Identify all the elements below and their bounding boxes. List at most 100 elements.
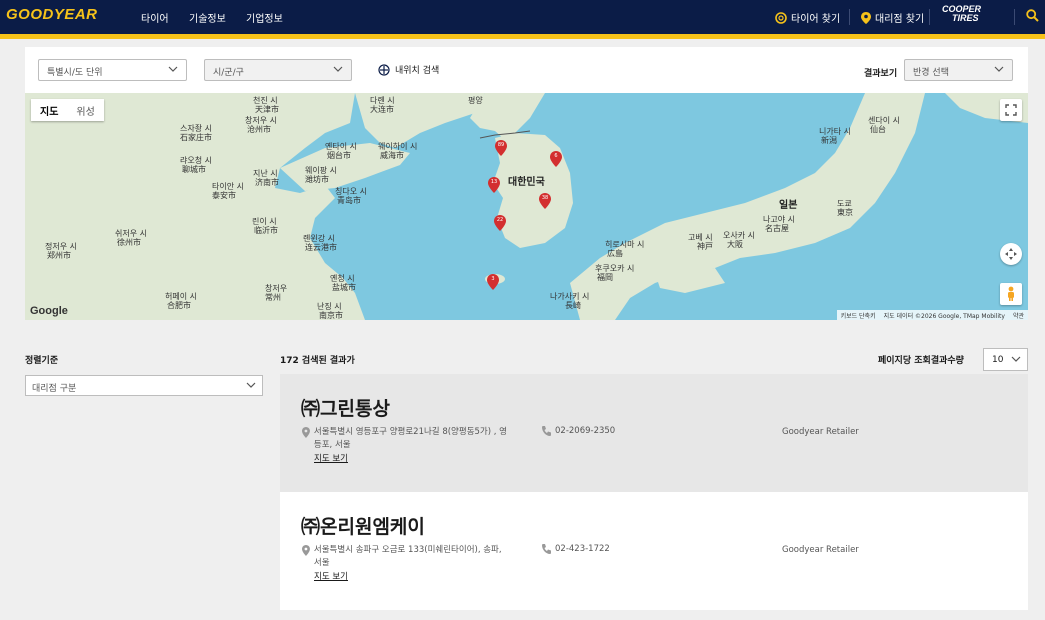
city-select-value: 시/군/구 [213, 68, 244, 78]
dealer-phone-text: 02-423-1722 [555, 544, 610, 554]
find-tire-link[interactable]: 타이어 찾기 [775, 10, 840, 25]
dealer-name: ㈜온리원엠케이 [301, 516, 425, 538]
province-select-value: 특별시/도 단위 [47, 68, 103, 78]
dealer-type-select[interactable]: 대리점 구분 [25, 375, 263, 396]
camera-control-button[interactable] [1000, 243, 1022, 265]
location-pin-icon [302, 545, 310, 556]
province-select[interactable]: 특별시/도 단위 [38, 59, 187, 81]
nav-company-info[interactable]: 기업정보 [246, 10, 283, 25]
map-label: 南京市 [319, 311, 343, 320]
map-label: 大连市 [370, 105, 394, 114]
dealer-address-text: 서울특별시 영등포구 양평로21나길 8(양평동5가) , 영등포, 서울 [313, 427, 507, 450]
map-label: 聊城市 [182, 165, 206, 174]
fullscreen-button[interactable] [1000, 99, 1022, 121]
nav-tech-info[interactable]: 기술정보 [189, 10, 226, 25]
pin-count: 13 [490, 179, 498, 185]
dealer-type-select-value: 대리점 구분 [32, 384, 77, 394]
map-label: 烟台市 [327, 151, 351, 160]
top-navigation-bar: GOODYEAR 타이어 기술정보 기업정보 타이어 찾기 대리점 찾기 COO… [0, 0, 1045, 34]
map-label: 広島 [607, 249, 623, 258]
dealer-address-text: 서울특별시 송파구 오금로 133(미쉐린타이어), 송파, 서울 [313, 545, 502, 568]
per-page-value: 10 [992, 355, 1004, 365]
my-location-label: 내위치 검색 [395, 66, 440, 76]
dealer-type: Goodyear Retailer [782, 545, 859, 555]
street-view-button[interactable] [1000, 283, 1022, 305]
map-label: 福岡 [597, 273, 613, 282]
map-tab[interactable]: 지도 [31, 99, 67, 121]
country-label-korea: 대한민국 [508, 177, 545, 188]
fullscreen-icon [1005, 104, 1017, 116]
goodyear-logo[interactable]: GOODYEAR [6, 6, 98, 23]
radius-select[interactable]: 반경 선택 [904, 59, 1013, 81]
map-label: 大阪 [727, 240, 743, 249]
radius-select-value: 반경 선택 [913, 68, 949, 78]
map-label: 盐城市 [332, 283, 356, 292]
location-pin-icon [302, 427, 310, 438]
pin-count: 3 [491, 276, 495, 282]
satellite-tab[interactable]: 위성 [67, 99, 103, 121]
dealer-phone[interactable]: 02-2069-2350 [542, 426, 615, 436]
map-label: 济南市 [255, 178, 279, 187]
dealer-phone-text: 02-2069-2350 [555, 426, 616, 436]
dealer-cluster-pin[interactable]: 6 [550, 151, 562, 170]
header-divider [849, 9, 850, 25]
dealer-cluster-pin[interactable]: 13 [488, 177, 500, 196]
map-label: 石家庄市 [180, 133, 212, 142]
pin-count: 38 [541, 195, 549, 201]
map-label: 東京 [837, 208, 853, 217]
dealer-cluster-pin[interactable]: 3 [487, 274, 499, 293]
view-map-link[interactable]: 지도 보기 [314, 570, 348, 582]
dealer-address: 서울특별시 송파구 오금로 133(미쉐린타이어), 송파, 서울 [302, 544, 512, 570]
sort-title: 정렬기준 [25, 356, 59, 366]
map-label: 沧州市 [247, 125, 271, 134]
chevron-down-icon [333, 66, 343, 72]
results-count: 172 검색된 결과가 [280, 356, 355, 366]
dealer-type: Goodyear Retailer [782, 427, 859, 437]
crosshair-icon [378, 63, 390, 76]
move-arrows-icon [1005, 248, 1017, 260]
country-label-japan: 일본 [779, 200, 798, 211]
map-label: 连云港市 [305, 243, 337, 252]
results-view-label: 결과보기 [864, 69, 898, 79]
chevron-down-icon [246, 382, 256, 388]
find-tire-label: 타이어 찾기 [791, 14, 841, 25]
header-divider [1014, 9, 1015, 25]
chevron-down-icon [994, 66, 1004, 72]
view-map-link[interactable]: 지도 보기 [314, 452, 348, 464]
header-divider [929, 9, 930, 25]
map-label: 郑州市 [47, 251, 71, 260]
search-icon[interactable] [1026, 9, 1039, 22]
map-label: 泰安市 [212, 191, 236, 200]
tire-icon [775, 11, 787, 24]
nav-tires[interactable]: 타이어 [141, 10, 169, 25]
dealer-card: ㈜온리원엠케이 서울특별시 송파구 오금로 133(미쉐린타이어), 송파, 서… [280, 492, 1028, 610]
keyboard-shortcuts-link[interactable]: 키보드 단축키 [841, 311, 876, 320]
map-label: 潍坊市 [305, 175, 329, 184]
dealer-phone[interactable]: 02-423-1722 [542, 544, 610, 554]
cooper-tires-logo[interactable]: COOPER TIRES [942, 5, 981, 23]
find-dealer-link[interactable]: 대리점 찾기 [861, 10, 924, 25]
my-location-search-button[interactable]: 내위치 검색 [378, 63, 439, 76]
terms-link[interactable]: 약관 [1013, 311, 1024, 320]
map-label: 神戸 [697, 242, 713, 251]
dealer-name: ㈜그린통상 [301, 398, 390, 420]
map-label: 仙台 [870, 125, 886, 134]
phone-icon [542, 544, 551, 554]
map-label: 평양 [468, 96, 483, 105]
phone-icon [542, 426, 551, 436]
city-select[interactable]: 시/군/구 [204, 59, 352, 81]
dealer-cluster-pin[interactable]: 22 [494, 215, 506, 234]
map-label: 青岛市 [337, 196, 361, 205]
cooper-line2: TIRES [952, 13, 979, 23]
dealer-map[interactable]: 지도 위성 평양 다롄 시 大连市 천진 시 天津市 스자좡 시 石家庄市 창저… [25, 93, 1028, 320]
dealer-cluster-pin[interactable]: 89 [495, 140, 507, 159]
header-accent-line [0, 34, 1045, 39]
dealer-cluster-pin[interactable]: 38 [539, 193, 551, 212]
per-page-select[interactable]: 10 [983, 348, 1028, 371]
map-label: 常州 [265, 293, 281, 302]
pin-count: 6 [554, 153, 558, 159]
map-label: 名古屋 [765, 224, 789, 233]
map-label: 威海市 [380, 151, 404, 160]
chevron-down-icon [168, 66, 178, 72]
filter-bar: 특별시/도 단위 시/군/구 내위치 검색 결과보기 반경 선택 [25, 47, 1028, 93]
